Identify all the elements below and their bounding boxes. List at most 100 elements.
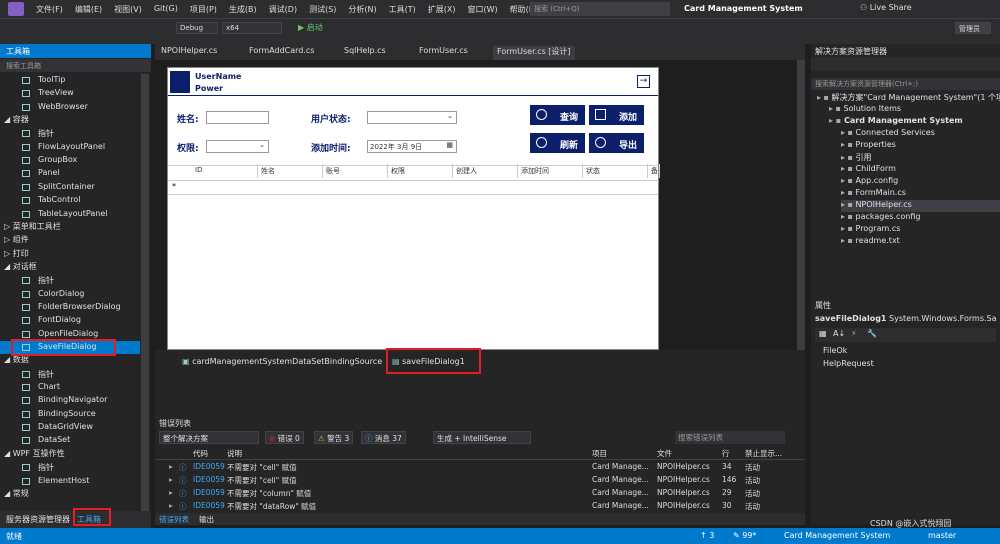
toolbox-item[interactable]: SplitContainer bbox=[0, 181, 140, 194]
grid-column-header[interactable]: 创建人 bbox=[453, 164, 518, 178]
name-input[interactable] bbox=[206, 111, 269, 124]
toolbox-category[interactable]: ◢ 数据 bbox=[4, 354, 29, 367]
refresh-button[interactable]: 刷新 bbox=[530, 133, 585, 153]
toolbox-search[interactable]: 搜索工具箱 bbox=[0, 59, 151, 72]
toolbox-item[interactable]: TabControl bbox=[0, 194, 140, 207]
solution-node[interactable]: ▸ ▪ packages.config bbox=[841, 212, 1000, 224]
toolbox-item[interactable]: TreeView bbox=[0, 87, 140, 100]
platform-select[interactable]: x64 bbox=[222, 22, 282, 34]
menu-item[interactable]: 视图(V) bbox=[108, 4, 148, 15]
col-project[interactable]: 项目 bbox=[592, 448, 607, 459]
toolbox-item[interactable]: 指针 bbox=[0, 274, 140, 287]
menu-item[interactable]: 文件(F) bbox=[30, 4, 69, 15]
date-picker[interactable]: 2022年 3月 9日 ▦ bbox=[367, 140, 457, 153]
data-grid[interactable]: * bbox=[168, 165, 658, 349]
config-select[interactable]: Debug bbox=[176, 22, 218, 34]
event-helprequest[interactable]: HelpRequest bbox=[823, 359, 874, 368]
toolbox-item[interactable]: BindingNavigator bbox=[0, 394, 140, 407]
tab-formaddcard[interactable]: FormAddCard.cs bbox=[249, 46, 314, 60]
grid-column-header[interactable]: 状态 bbox=[583, 164, 648, 178]
toolbox-category[interactable]: ▷ 组件 bbox=[4, 234, 29, 247]
toolbox-category[interactable]: ◢ 常规 bbox=[4, 488, 29, 501]
grid-new-row[interactable]: * bbox=[168, 181, 658, 195]
col-file[interactable]: 文件 bbox=[657, 448, 672, 459]
grid-column-header[interactable]: 姓名 bbox=[258, 164, 323, 178]
menu-item[interactable]: 工具(T) bbox=[383, 4, 422, 15]
menu-item[interactable]: 生成(B) bbox=[223, 4, 263, 15]
menu-item[interactable]: 分析(N) bbox=[342, 4, 382, 15]
col-desc[interactable]: 说明 bbox=[227, 448, 242, 459]
expand-icon[interactable]: ▸ bbox=[169, 475, 173, 484]
col-line[interactable]: 行 bbox=[722, 448, 730, 459]
toolbox-item[interactable]: GroupBox bbox=[0, 154, 140, 167]
toolbox-item[interactable]: Panel bbox=[0, 167, 140, 180]
error-list-tab[interactable]: 错误列表 bbox=[159, 514, 189, 525]
menu-item[interactable]: Git(G) bbox=[148, 4, 184, 15]
solution-node[interactable]: ▸ ▪ 引用 bbox=[841, 152, 1000, 164]
status-project[interactable]: Card Management System bbox=[784, 531, 890, 540]
toolbox-category[interactable]: ◢ 对话框 bbox=[4, 261, 37, 274]
grid-column-header[interactable]: ID bbox=[192, 164, 258, 178]
toolbox-item[interactable]: 指针 bbox=[0, 461, 140, 474]
warnings-filter[interactable]: ⚠ 警告 3 bbox=[314, 431, 354, 444]
toolbox-category[interactable]: ◢ WPF 互操作性 bbox=[4, 448, 65, 461]
grid-column-header[interactable]: 添加时间 bbox=[518, 164, 583, 178]
solution-node[interactable]: ▸ ▪ ChildForm bbox=[841, 164, 1000, 176]
toolbox-item[interactable]: WebBrowser bbox=[0, 101, 140, 114]
solution-search[interactable]: 搜索解决方案资源管理器(Ctrl+;) bbox=[811, 78, 1000, 90]
toolbox-item[interactable]: DataGridView bbox=[0, 421, 140, 434]
solution-node[interactable]: ▸ ▪ readme.txt bbox=[841, 236, 1000, 248]
tray-item-bindingsource[interactable]: ▣ cardManagementSystemDataSetBindingSour… bbox=[182, 357, 382, 366]
error-search-input[interactable]: 搜索错误列表 bbox=[675, 431, 785, 444]
events-icon[interactable]: ⚡ bbox=[851, 329, 857, 338]
toolbox-item[interactable]: ElementHost bbox=[0, 475, 140, 488]
tab-npoihelper[interactable]: NPOIHelper.cs bbox=[161, 46, 217, 60]
expand-icon[interactable]: ▸ bbox=[169, 488, 173, 497]
build-filter-select[interactable]: 生成 + IntelliSense bbox=[433, 431, 531, 444]
logout-icon[interactable]: → bbox=[637, 75, 650, 88]
toolbox-item[interactable]: FolderBrowserDialog bbox=[0, 301, 140, 314]
tab-sqlhelp[interactable]: SqlHelp.cs bbox=[344, 46, 386, 60]
expand-icon[interactable]: ▸ bbox=[169, 501, 173, 510]
tab-formuser[interactable]: FormUser.cs bbox=[419, 46, 468, 60]
toolbox-item[interactable]: TableLayoutPanel bbox=[0, 208, 140, 221]
grid-column-header[interactable]: 权限 bbox=[388, 164, 453, 178]
solution-node[interactable]: ▸ ▪ App.config bbox=[841, 176, 1000, 188]
error-row[interactable]: ▸ ⓘ IDE0059 不需要对 "dataRow" 赋值 Card Manage...… bbox=[155, 500, 805, 513]
solution-node[interactable]: ▸ ▪ Connected Services bbox=[841, 128, 1000, 140]
toolbox-item[interactable]: ColorDialog bbox=[0, 288, 140, 301]
grid-column-header[interactable]: 备 bbox=[648, 164, 660, 178]
alphabetical-icon[interactable]: A↓ bbox=[833, 329, 845, 338]
menu-item[interactable]: 测试(S) bbox=[303, 4, 342, 15]
event-fileok[interactable]: FileOk bbox=[823, 346, 847, 355]
menu-item[interactable]: 编辑(E) bbox=[69, 4, 108, 15]
solution-node[interactable]: ▸ ▪ Program.cs bbox=[841, 224, 1000, 236]
menu-item[interactable]: 项目(P) bbox=[184, 4, 223, 15]
solution-node[interactable]: ▸ ▪ NPOIHelper.cs bbox=[841, 200, 1000, 212]
messages-filter[interactable]: ⓘ 消息 37 bbox=[361, 431, 406, 444]
solution-node[interactable]: ▸ ▪ FormMain.cs bbox=[841, 188, 1000, 200]
form-canvas[interactable]: UserName Power → 姓名: 用户状态: ⌄ 权限: ⌄ 添加时间:… bbox=[167, 67, 659, 350]
status-position[interactable]: ↑ 3 bbox=[700, 531, 714, 540]
menu-item[interactable]: 扩展(X) bbox=[422, 4, 462, 15]
add-button[interactable]: 添加 bbox=[589, 105, 644, 125]
solution-node[interactable]: ▸ ▪ Card Management System bbox=[829, 116, 1000, 128]
menu-item[interactable]: 调试(D) bbox=[263, 4, 303, 15]
toolbox-item[interactable]: BindingSource bbox=[0, 408, 140, 421]
status-select[interactable]: ⌄ bbox=[367, 111, 457, 124]
properties-object-select[interactable]: saveFileDialog1 System.Windows.Forms.Sav bbox=[815, 314, 996, 323]
toolbox-category[interactable]: ◢ 容器 bbox=[4, 114, 29, 127]
toolbox-category[interactable]: ▷ 打印 bbox=[4, 248, 29, 261]
error-row[interactable]: ▸ ⓘ IDE0059 不需要对 "column" 赋值 Card Manage... N… bbox=[155, 487, 805, 500]
toolbox-item[interactable]: DataSet bbox=[0, 434, 140, 447]
designer-scrollbar[interactable] bbox=[797, 60, 805, 350]
solution-node[interactable]: ▸ ▪ Properties bbox=[841, 140, 1000, 152]
error-row[interactable]: ▸ ⓘ IDE0059 不需要对 "cell" 赋值 Card Manage... NPO… bbox=[155, 461, 805, 474]
error-row[interactable]: ▸ ⓘ IDE0059 不需要对 "cell" 赋值 Card Manage... NPO… bbox=[155, 474, 805, 487]
solution-node[interactable]: ▸ ▪ Solution Items bbox=[829, 104, 1000, 116]
status-pending[interactable]: ✎ 99* bbox=[733, 531, 756, 540]
col-suppress[interactable]: 禁止显示... bbox=[745, 448, 782, 459]
toolbox-item[interactable]: 指针 bbox=[0, 368, 140, 381]
query-button[interactable]: 查询 bbox=[530, 105, 585, 125]
toolbox-scrollbar[interactable] bbox=[141, 74, 149, 514]
